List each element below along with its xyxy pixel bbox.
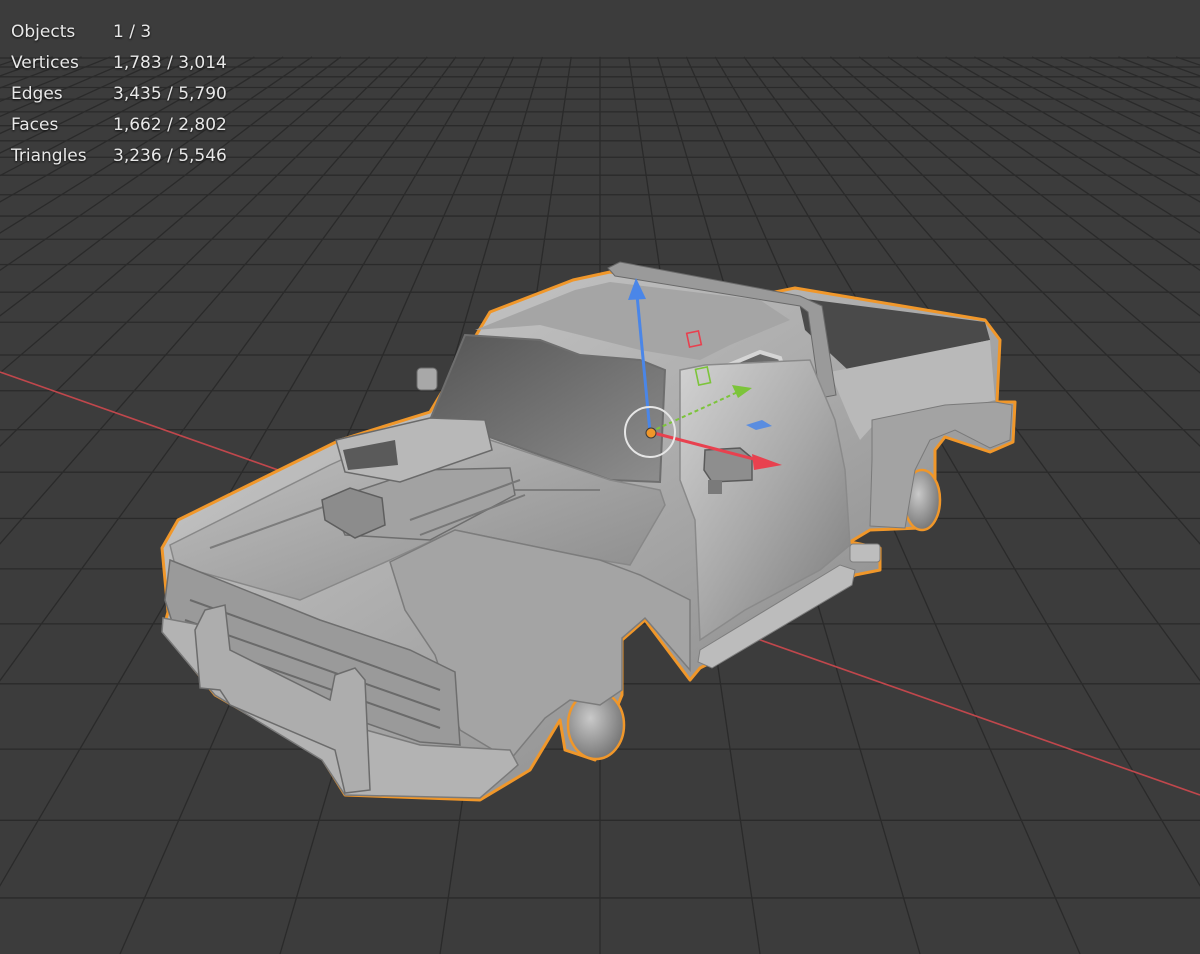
mirror-arm [708,480,722,494]
antenna-stub [416,367,438,391]
exhaust-step [849,543,881,563]
object-origin-dot [645,427,657,439]
3d-viewport[interactable] [0,0,1200,954]
